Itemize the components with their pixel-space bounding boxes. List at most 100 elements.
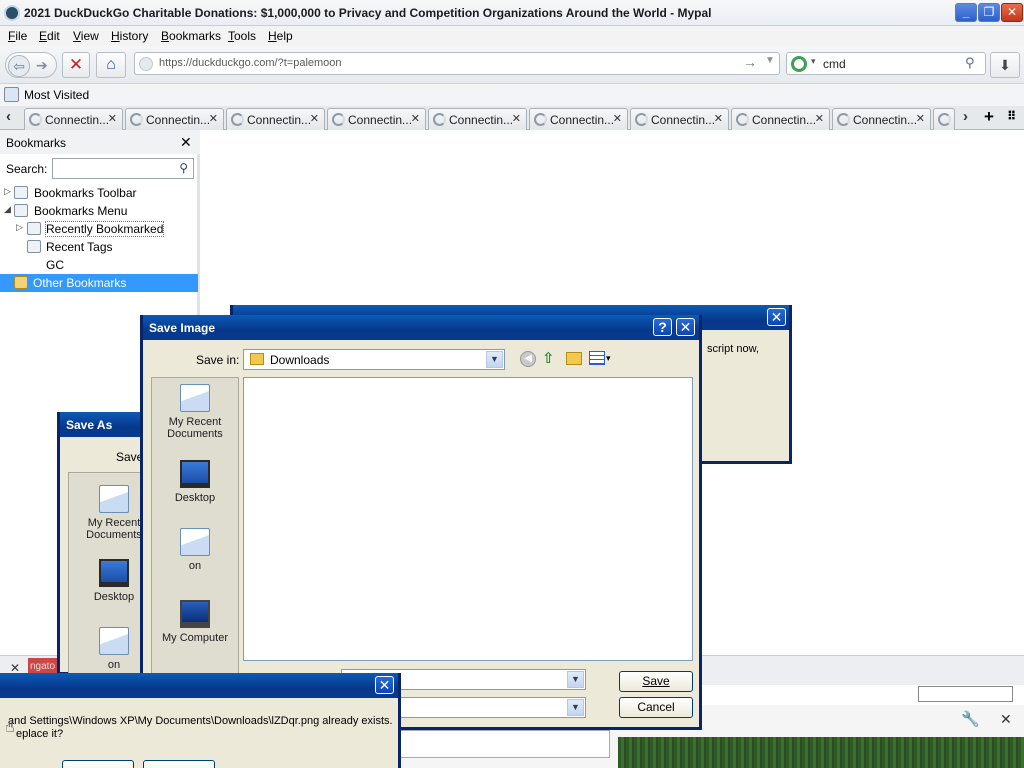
find-input[interactable] bbox=[918, 686, 1013, 702]
place-recent-documents[interactable]: My Recent Documents bbox=[155, 384, 235, 440]
downloads-button[interactable]: ⬇ bbox=[990, 52, 1020, 78]
list-all-tabs-icon[interactable]: ⠿ bbox=[1007, 109, 1016, 123]
tab-title: Connectin... bbox=[752, 113, 817, 127]
most-visited-bookmark[interactable]: Most Visited bbox=[24, 88, 89, 102]
expand-twisty-icon[interactable]: ▷ bbox=[4, 186, 11, 197]
bottom-close-icon[interactable]: ✕ bbox=[1000, 711, 1012, 728]
back-arrow-icon[interactable]: ⇦ bbox=[8, 55, 30, 77]
tree-item-label: Other Bookmarks bbox=[33, 276, 127, 290]
background-input[interactable] bbox=[400, 730, 610, 758]
tree-item-recently-bookmarked[interactable]: ▷ Recently Bookmarked bbox=[0, 220, 198, 238]
wrench-icon[interactable]: 🔧 bbox=[961, 710, 980, 728]
file-list-view[interactable] bbox=[243, 377, 693, 661]
forward-arrow-icon[interactable]: ➔ bbox=[36, 53, 48, 77]
up-folder-icon[interactable]: ⇧ bbox=[542, 349, 555, 367]
tree-item-other-bookmarks[interactable]: Other Bookmarks bbox=[0, 274, 198, 292]
tab-close-icon[interactable]: ✕ bbox=[108, 112, 117, 125]
sidebar-close-icon[interactable]: ✕ bbox=[180, 134, 192, 151]
back-icon[interactable]: ◀ bbox=[520, 351, 536, 367]
tree-item-gc[interactable]: GC bbox=[0, 256, 198, 274]
desktop-icon bbox=[99, 559, 129, 587]
no-button[interactable] bbox=[143, 760, 215, 768]
search-magnifier-icon[interactable]: ⚲ bbox=[965, 55, 975, 71]
place-documents[interactable]: on bbox=[155, 528, 235, 572]
tab-close-icon[interactable]: ✕ bbox=[613, 112, 622, 125]
save-in-dropdown[interactable]: Downloads ▼ bbox=[243, 349, 505, 370]
place-my-computer[interactable]: My Computer bbox=[155, 600, 235, 644]
tab[interactable]: Connectin... ✕ bbox=[327, 108, 426, 130]
dialog-close-button[interactable]: ✕ bbox=[676, 318, 695, 336]
tab-close-icon[interactable]: ✕ bbox=[916, 112, 925, 125]
dialog-close-button[interactable]: ✕ bbox=[375, 676, 394, 694]
window-title: 2021 DuckDuckGo Charitable Donations: $1… bbox=[24, 6, 712, 20]
expand-twisty-icon[interactable]: ▷ bbox=[16, 222, 23, 233]
tab[interactable]: Connectin... ✕ bbox=[125, 108, 224, 130]
tab[interactable]: Connectin... ✕ bbox=[529, 108, 628, 130]
collapse-twisty-icon[interactable]: ◢ bbox=[4, 204, 11, 215]
url-dropdown-icon[interactable]: ▼ bbox=[765, 55, 775, 66]
site-identity-icon[interactable] bbox=[139, 57, 153, 71]
confirm-message-line2: eplace it? bbox=[16, 728, 64, 740]
close-window-button[interactable]: ✕ bbox=[1001, 3, 1023, 22]
tabs-scroll-right-icon[interactable]: › bbox=[963, 108, 968, 125]
search-bar[interactable]: ▾ cmd ⚲ bbox=[786, 52, 986, 75]
tab-close-icon[interactable]: ✕ bbox=[512, 112, 521, 125]
cancel-button[interactable]: Cancel bbox=[619, 697, 693, 718]
help-button[interactable]: ? bbox=[653, 318, 672, 336]
views-menu-icon[interactable] bbox=[589, 351, 605, 365]
tab[interactable]: Connectin... ✕ bbox=[630, 108, 729, 130]
tab-close-icon[interactable]: ✕ bbox=[411, 112, 420, 125]
tree-item-bookmarks-menu[interactable]: ◢ Bookmarks Menu bbox=[0, 202, 198, 220]
window-title-bar: 2021 DuckDuckGo Charitable Donations: $1… bbox=[0, 0, 1024, 26]
sidebar-header: Bookmarks ✕ bbox=[0, 130, 200, 154]
new-tab-plus-icon[interactable]: + bbox=[984, 107, 994, 127]
views-dropdown-icon[interactable]: ▾ bbox=[606, 353, 611, 364]
menu-file[interactable]: File bbox=[8, 29, 27, 43]
home-button[interactable]: ⌂ bbox=[96, 52, 126, 78]
menu-view[interactable]: View bbox=[73, 29, 99, 43]
loading-spinner-icon bbox=[635, 113, 648, 126]
tree-item-label: GC bbox=[46, 258, 64, 272]
engine-dropdown-icon[interactable]: ▾ bbox=[811, 56, 816, 67]
sidebar-title: Bookmarks bbox=[6, 136, 67, 150]
menu-help[interactable]: Help bbox=[268, 29, 293, 43]
tree-item-bookmarks-toolbar[interactable]: ▷ Bookmarks Toolbar bbox=[0, 184, 198, 202]
navigation-toolbar: ⇦ ➔ ✕ ⌂ https://duckduckgo.com/?t=palemo… bbox=[0, 46, 1024, 84]
tab-close-icon[interactable]: ✕ bbox=[714, 112, 723, 125]
place-desktop[interactable]: Desktop bbox=[155, 460, 235, 504]
minimize-button[interactable]: _ bbox=[955, 3, 977, 22]
yes-button[interactable] bbox=[62, 760, 134, 768]
tab[interactable]: Connectin... ✕ bbox=[731, 108, 830, 130]
maximize-button[interactable]: ❐ bbox=[978, 3, 1000, 22]
tab-close-icon[interactable]: ✕ bbox=[310, 112, 319, 125]
sidebar-search-input[interactable]: ⚲ bbox=[52, 158, 194, 179]
dialog-close-button[interactable]: ✕ bbox=[767, 308, 786, 326]
url-bar[interactable]: https://duckduckgo.com/?t=palemoon → ▼ bbox=[134, 52, 780, 75]
new-folder-icon[interactable] bbox=[566, 352, 582, 365]
menu-history[interactable]: History bbox=[111, 29, 148, 43]
menu-tools[interactable]: Tools bbox=[228, 29, 256, 43]
dialog-title-bar: Save Image bbox=[143, 315, 699, 340]
mypal-app-icon bbox=[4, 5, 20, 21]
search-engine-icon[interactable] bbox=[791, 56, 807, 72]
tab[interactable]: Connectin... ✕ bbox=[226, 108, 325, 130]
tree-item-recent-tags[interactable]: Recent Tags bbox=[0, 238, 198, 256]
tab-close-icon[interactable]: ✕ bbox=[209, 112, 218, 125]
tab[interactable]: Connectin... ✕ bbox=[428, 108, 527, 130]
tab-close-icon[interactable]: ✕ bbox=[815, 112, 824, 125]
dropdown-arrow-icon: ▼ bbox=[486, 351, 503, 368]
stop-button[interactable]: ✕ bbox=[62, 52, 90, 78]
tabs-scroll-left-icon[interactable]: ‹ bbox=[6, 108, 11, 125]
tab[interactable]: Connectin... ✕ bbox=[24, 108, 123, 130]
menu-bookmarks[interactable]: Bookmarks bbox=[161, 29, 221, 43]
tab[interactable]: Connectin... ✕ bbox=[832, 108, 931, 130]
menu-edit[interactable]: Edit bbox=[39, 29, 60, 43]
menu-bar: File Edit View History Bookmarks Tools H… bbox=[0, 26, 1024, 46]
dialog-title-bar bbox=[0, 673, 398, 698]
sidebar-search-label: Search: bbox=[6, 162, 48, 176]
tab-partial[interactable] bbox=[933, 108, 955, 130]
loading-spinner-icon bbox=[29, 113, 42, 126]
go-arrow-icon[interactable]: → bbox=[743, 54, 757, 70]
save-button[interactable]: Save bbox=[619, 671, 693, 692]
download-arrow-icon: ⬇ bbox=[999, 57, 1011, 73]
